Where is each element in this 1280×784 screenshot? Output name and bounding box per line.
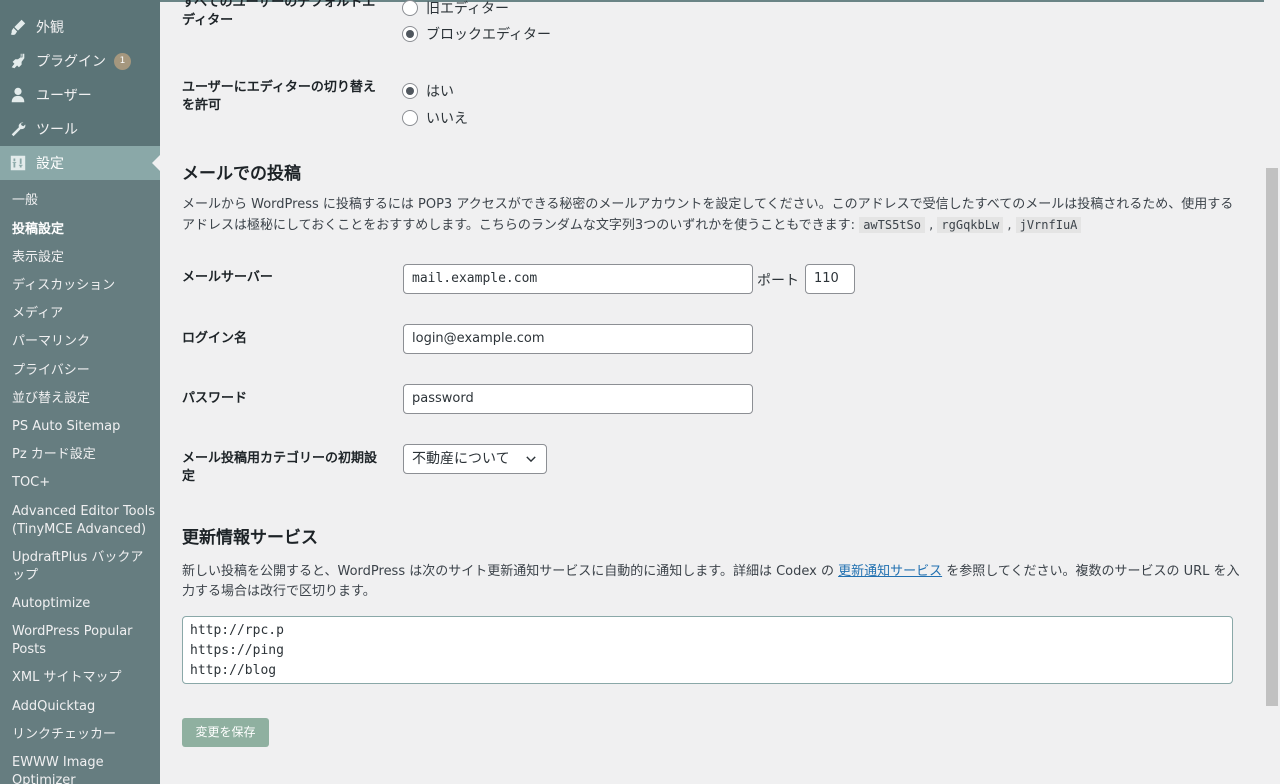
radio-circle[interactable] <box>402 0 418 16</box>
update-count-badge: 1 <box>114 52 131 70</box>
radio-label: 旧エディター <box>426 1 510 17</box>
port-label: ポート <box>757 273 799 289</box>
save-changes-button[interactable]: 変更を保存 <box>182 718 269 747</box>
menu-label: ツール <box>36 122 78 138</box>
admin-sidebar: 外観 プラグイン 1 ユーザー ツール 設定 一般 投稿設定 表示設定 ディスカ… <box>0 0 160 784</box>
menu-label: 外観 <box>36 20 64 36</box>
scrollbar-thumb[interactable] <box>1266 168 1278 706</box>
mail-server-input[interactable]: mail.example.com <box>403 264 753 294</box>
post-via-email-description: メールから WordPress に投稿するには POP3 アクセスができる秘密の… <box>182 197 1234 233</box>
allow-switch-no-radio[interactable]: いいえ <box>402 108 468 128</box>
description-text: 新しい投稿を公開すると、WordPress は次のサイト更新通知サービスに自動的… <box>182 564 839 579</box>
submenu-writing[interactable]: 投稿設定 <box>12 221 156 239</box>
submenu-privacy[interactable]: プライバシー <box>12 362 156 380</box>
block-editor-radio[interactable]: ブロックエディター <box>402 24 551 44</box>
menu-label: ユーザー <box>36 88 92 104</box>
submenu-updraftplus[interactable]: UpdraftPlus バックアップ <box>12 549 156 585</box>
default-editor-label: すべてのユーザーのデフォルトエディター <box>182 0 376 28</box>
submenu-advanced-editor-tools[interactable]: Advanced Editor Tools (TinyMCE Advanced) <box>12 503 156 539</box>
submenu-toc[interactable]: TOC+ <box>12 474 156 492</box>
menu-users[interactable]: ユーザー <box>0 78 160 112</box>
menu-label: 設定 <box>36 156 64 172</box>
default-mail-category-select[interactable]: 不動産について <box>403 444 547 474</box>
plugin-icon <box>0 52 36 70</box>
menu-appearance[interactable]: 外観 <box>0 10 160 44</box>
brush-icon <box>0 18 36 36</box>
settings-content: すべてのユーザーのデフォルトエディター 旧エディター ブロックエディター ユーザ… <box>160 0 1280 784</box>
submenu-autoptimize[interactable]: Autoptimize <box>12 595 156 613</box>
submenu-sorting[interactable]: 並び替え設定 <box>12 390 156 408</box>
menu-settings[interactable]: 設定 <box>0 146 160 180</box>
ping-sites-textarea[interactable]: http://rpc.p https://ping http://blog <box>182 616 1233 684</box>
submenu-permalink[interactable]: パーマリンク <box>12 333 156 351</box>
submenu-addquicktag[interactable]: AddQuicktag <box>12 698 156 716</box>
allow-switch-yes-radio[interactable]: はい <box>402 81 454 101</box>
random-code-1: awTS5tSo <box>859 217 925 233</box>
allow-editor-switch-label: ユーザーにエディターの切り替えを許可 <box>182 80 376 113</box>
chevron-down-icon <box>526 456 536 463</box>
submenu-pz-card[interactable]: Pz カード設定 <box>12 446 156 464</box>
submenu-xml-sitemap[interactable]: XML サイトマップ <box>12 669 156 687</box>
user-icon <box>0 86 36 104</box>
radio-circle[interactable] <box>402 110 418 126</box>
submenu-link-checker[interactable]: リンクチェッカー <box>12 726 156 744</box>
submenu-ps-auto-sitemap[interactable]: PS Auto Sitemap <box>12 418 156 436</box>
default-mail-category-label: メール投稿用カテゴリーの初期設定 <box>182 451 378 484</box>
menu-plugins[interactable]: プラグイン 1 <box>0 44 160 78</box>
settings-submenu: 一般 投稿設定 表示設定 ディスカッション メディア パーマリンク プライバシー… <box>0 180 160 784</box>
select-value: 不動産について <box>412 451 510 467</box>
random-code-2: rgGqkbLw <box>937 217 1004 233</box>
random-code-3: jVrnfIuA <box>1015 217 1082 233</box>
mail-server-label: メールサーバー <box>182 270 273 285</box>
menu-tools[interactable]: ツール <box>0 112 160 146</box>
submenu-reading[interactable]: 表示設定 <box>12 249 156 267</box>
submenu-general[interactable]: 一般 <box>12 192 156 210</box>
update-services-description: 新しい投稿を公開すると、WordPress は次のサイト更新通知サービスに自動的… <box>182 562 1242 602</box>
password-input[interactable]: password <box>403 384 753 414</box>
password-label: パスワード <box>182 391 248 406</box>
login-name-label: ログイン名 <box>182 331 248 346</box>
radio-circle-selected[interactable] <box>402 26 418 42</box>
settings-icon <box>0 154 36 172</box>
update-services-heading: 更新情報サービス <box>182 528 318 548</box>
submenu-media[interactable]: メディア <box>12 305 156 323</box>
login-name-input[interactable]: login@example.com <box>403 324 753 354</box>
radio-label: いいえ <box>426 111 468 127</box>
menu-label: プラグイン <box>36 54 106 70</box>
vertical-scrollbar[interactable] <box>1264 0 1280 784</box>
post-via-email-heading: メールでの投稿 <box>182 164 301 184</box>
submenu-ewww-image-optimizer[interactable]: EWWW Image Optimizer <box>12 754 156 784</box>
radio-label: ブロックエディター <box>426 27 552 43</box>
update-services-link[interactable]: 更新通知サービス <box>838 564 942 579</box>
submenu-discussion[interactable]: ディスカッション <box>12 277 156 295</box>
port-input[interactable]: 110 <box>805 264 855 294</box>
classic-editor-radio[interactable]: 旧エディター <box>402 0 509 18</box>
radio-label: はい <box>426 84 454 100</box>
radio-circle-selected[interactable] <box>402 83 418 99</box>
submenu-wordpress-popular-posts[interactable]: WordPress Popular Posts <box>12 623 156 659</box>
wrench-icon <box>0 120 36 138</box>
